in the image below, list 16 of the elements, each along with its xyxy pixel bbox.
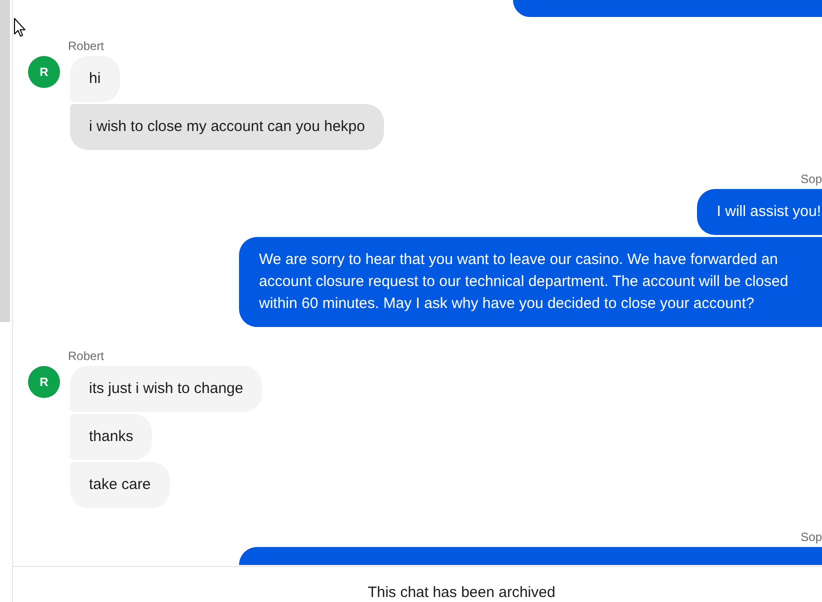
archived-notice: This chat has been archived <box>368 584 556 602</box>
message-bubble: hi <box>70 56 120 102</box>
message-bubble: thanks <box>70 414 152 460</box>
avatar: R <box>28 56 60 88</box>
message-bubble: We are sorry to hear that you want to leave our casino. We have forwarded an account closure request to our technical department. The account will be closed within 60 minutes. May I ask why have you decided to close your account? <box>239 237 822 327</box>
sender-name: Robert <box>68 348 104 364</box>
sender-name: Sop <box>800 171 822 187</box>
message-bubble: I will assist you! <box>696 189 822 235</box>
avatar: R <box>28 366 60 398</box>
mouse-pointer-icon <box>14 18 26 37</box>
sender-name: Robert <box>68 38 104 54</box>
message-bubble: i wish to close my account can you hekpo <box>70 104 384 150</box>
message-bubble: its just i wish to change <box>70 366 262 412</box>
sender-name: Sop <box>800 529 822 545</box>
scrollbar-thumb[interactable] <box>0 0 10 322</box>
message-bubble: take care <box>70 462 170 508</box>
